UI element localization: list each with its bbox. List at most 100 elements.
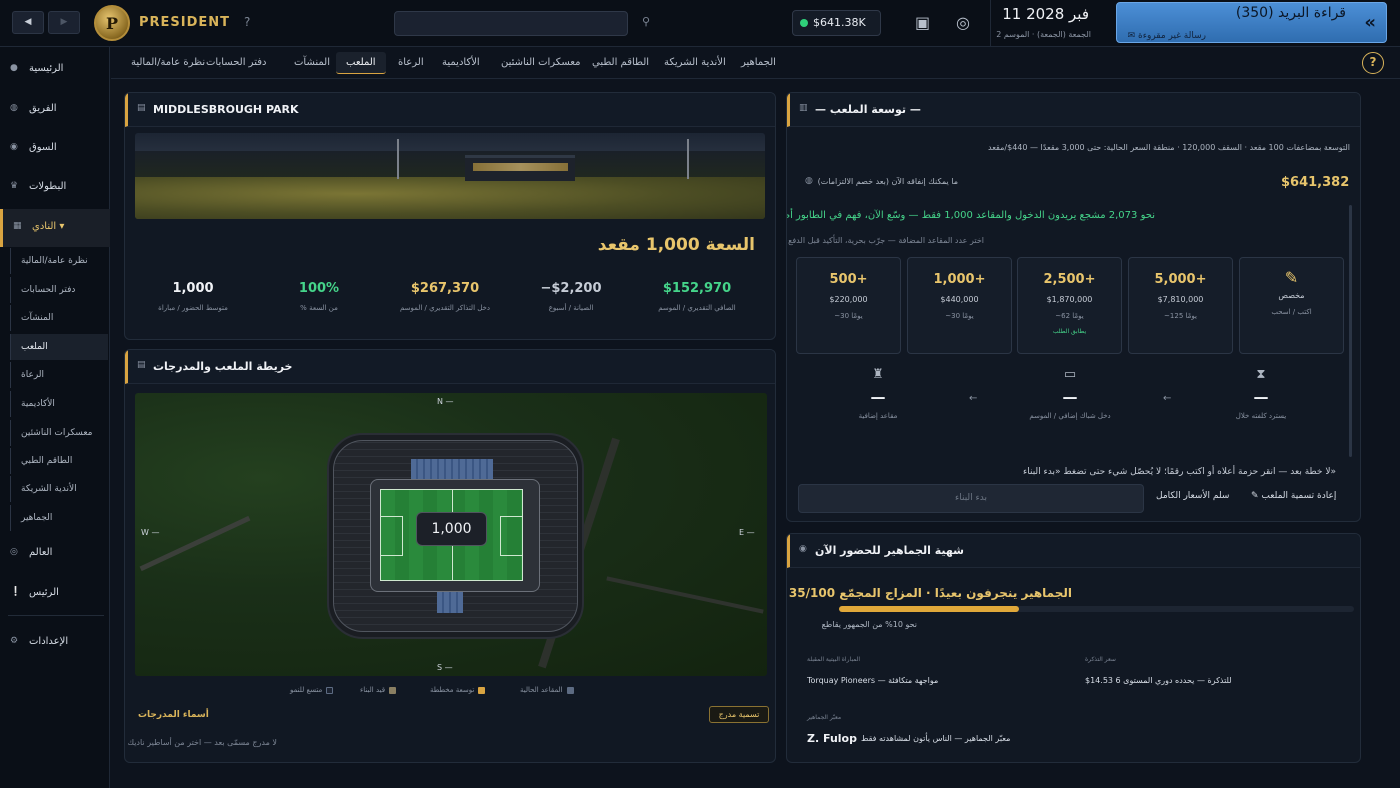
tab-fans[interactable]: الجماهير bbox=[731, 52, 786, 74]
language-icon[interactable]: ◎ bbox=[956, 13, 970, 32]
tab-youth-camps[interactable]: معسكرات الناشئين bbox=[491, 52, 590, 74]
sidebar-item-competitions[interactable]: ♛ البطولات bbox=[0, 175, 110, 201]
map-road bbox=[606, 576, 764, 614]
name-stand-button[interactable]: تسمية مدرج bbox=[709, 706, 769, 723]
sidebar-sub-partner-clubs[interactable]: الأندية الشريكة bbox=[10, 476, 108, 502]
president-icon: ❕ bbox=[10, 587, 22, 597]
stat-capacity-pct: 100% % من السعة bbox=[259, 281, 379, 312]
legend-label: توسعة مخططة bbox=[430, 686, 475, 694]
tab-academy[interactable]: الأكاديمية bbox=[432, 52, 490, 74]
legend-swatch bbox=[389, 686, 397, 694]
tab-sponsors[interactable]: الرعاة bbox=[388, 52, 434, 74]
seat-icon: ♜ bbox=[872, 367, 884, 382]
rename-stadium-button[interactable]: ✎ إعادة تسمية الملعب bbox=[1251, 491, 1336, 501]
photo-pitch bbox=[135, 177, 765, 219]
tab-facilities[interactable]: المنشآت bbox=[284, 52, 340, 74]
tab-medical[interactable]: الطاقم الطبي bbox=[582, 52, 659, 74]
back-button[interactable]: ◀ bbox=[12, 11, 44, 34]
stat-avg-attendance: 1,000 متوسط الحضور / مباراة bbox=[133, 281, 253, 312]
expansion-panel-header: ▥ — توسعة الملعب — bbox=[787, 93, 1360, 127]
current-seats-south[interactable] bbox=[437, 591, 463, 613]
fan-panel-header: ◉ شهية الجماهير للحضور الآن bbox=[787, 534, 1360, 568]
tab-partner-clubs[interactable]: الأندية الشريكة bbox=[654, 52, 736, 74]
sidebar-item-settings[interactable]: ⚙ الإعدادات bbox=[0, 630, 110, 656]
fan-mood-bar bbox=[839, 606, 1354, 612]
stat-value: $267,370 bbox=[410, 281, 480, 296]
aerial-map: 1,000 N — S — W — E — bbox=[135, 393, 767, 676]
current-seats-north[interactable] bbox=[411, 459, 493, 481]
fan-mood-bar-fill bbox=[839, 606, 1020, 612]
stat-net-income: $152,970 الصافي التقديري / الموسم bbox=[637, 281, 757, 312]
mail-button[interactable]: قراءة البريد (350) ✉ رسالة غير مقروءة « bbox=[1116, 2, 1387, 43]
sidebar-sub-medical[interactable]: الطاقم الطبي bbox=[10, 448, 108, 474]
compass-south: S — bbox=[437, 663, 453, 672]
sidebar-item-president[interactable]: ❕ الرئيس bbox=[0, 581, 110, 607]
price-ladder-button[interactable]: سلم الأسعار الكامل bbox=[1156, 491, 1229, 501]
save-icon[interactable]: ▣ bbox=[915, 13, 930, 32]
legend-item-growth: متسع للنمو bbox=[290, 686, 334, 694]
double-chevron-icon: « bbox=[1364, 12, 1376, 33]
option-custom-sub: اكتب / اسحب bbox=[1271, 308, 1312, 316]
stat-maintenance: −$2,200 الصيانة / أسبوع bbox=[511, 281, 631, 312]
tab-overview[interactable]: نظرة عامة/المالية bbox=[121, 52, 215, 74]
sidebar-item-team[interactable]: ◍ الفريق bbox=[0, 97, 110, 123]
map-icon: ▤ bbox=[137, 360, 146, 370]
sidebar-sub-youth-camps[interactable]: معسكرات الناشئين bbox=[10, 420, 108, 446]
sidebar-sub-overview[interactable]: نظرة عامة/المالية bbox=[10, 248, 108, 274]
forward-button[interactable]: ▶ bbox=[48, 11, 80, 34]
building-icon: ▥ bbox=[799, 103, 808, 113]
sidebar-sub-fans[interactable]: الجماهير bbox=[10, 505, 108, 531]
sidebar-sub-facilities[interactable]: المنشآت bbox=[10, 305, 108, 331]
sidebar-sub-ledger[interactable]: دفتر الحسابات bbox=[10, 277, 108, 303]
sidebar-item-world[interactable]: ◎ العالم bbox=[0, 541, 110, 567]
pitch-box-right bbox=[500, 516, 522, 556]
result-value: — bbox=[870, 388, 886, 406]
globe-icon: ◎ bbox=[10, 547, 18, 557]
ticket-icon: ▭ bbox=[1063, 367, 1077, 382]
club-logo: P bbox=[94, 5, 130, 41]
sidebar-sub-stadium[interactable]: الملعب bbox=[10, 334, 108, 360]
scrollbar[interactable] bbox=[1349, 205, 1352, 457]
legend-label: المقاعد الحالية bbox=[520, 686, 563, 694]
sidebar-item-label: الرئيسية bbox=[29, 63, 64, 74]
current-date: 11 فبر 2028 bbox=[1002, 5, 1089, 23]
option-custom-label: مخصص bbox=[1278, 291, 1305, 300]
hourglass-icon: ⧗ bbox=[1256, 367, 1266, 382]
help-circle-icon[interactable]: ? bbox=[1362, 52, 1384, 74]
sidebar-sub-label: معسكرات الناشئين bbox=[21, 428, 93, 438]
floodlight-pole bbox=[397, 139, 399, 179]
option-500-seats[interactable]: 500+ $220,000 ~30 يومًا bbox=[796, 257, 901, 354]
sidebar-sub-sponsors[interactable]: الرعاة bbox=[10, 362, 108, 388]
fan-idol-label: معبّر الجماهير bbox=[807, 714, 842, 721]
help-button[interactable]: ? bbox=[244, 15, 250, 29]
boycott-note: نحو 10% من الجمهور يقاطع bbox=[821, 620, 917, 629]
option-days: ~125 يومًا bbox=[1164, 312, 1197, 320]
result-extra-income: ▭ — دخل شباك إضافي / الموسم bbox=[1010, 367, 1130, 420]
sidebar-item-market[interactable]: ◉ السوق bbox=[0, 136, 110, 162]
sidebar-sub-label: المنشآت bbox=[21, 313, 54, 323]
search-icon[interactable]: ⚲ bbox=[642, 15, 650, 28]
date-box: 11 فبر 2028 الجمعة (الجمعة) · الموسم 2 bbox=[990, 0, 1105, 47]
sidebar-sub-label: الأندية الشريكة bbox=[21, 484, 77, 494]
fan-idol-name: Z. Fulop bbox=[807, 732, 857, 745]
option-2500-seats[interactable]: 2,500+ $1,870,000 ~62 يومًا يطابق الطلب bbox=[1017, 257, 1122, 354]
sidebar-item-label: السوق bbox=[29, 142, 57, 153]
sidebar-sub-academy[interactable]: الأكاديمية bbox=[10, 391, 108, 417]
tab-stadium[interactable]: الملعب bbox=[336, 52, 386, 74]
pencil-icon: ✎ bbox=[1284, 268, 1299, 287]
spendable-amount: $641,382 bbox=[1281, 175, 1350, 190]
result-extra-seats: ♜ — مقاعد إضافية bbox=[818, 367, 938, 420]
settings-icon: ⚙ bbox=[10, 636, 19, 646]
option-tag: يطابق الطلب bbox=[1052, 328, 1087, 335]
search-input[interactable] bbox=[394, 11, 628, 36]
sidebar-item-club[interactable]: ▦ النادي ▾ bbox=[0, 209, 110, 247]
sidebar-item-home[interactable]: ● الرئيسية bbox=[0, 57, 110, 83]
option-5000-seats[interactable]: 5,000+ $7,810,000 ~125 يومًا bbox=[1128, 257, 1233, 354]
option-custom[interactable]: ✎ مخصص اكتب / اسحب bbox=[1239, 257, 1344, 354]
option-1000-seats[interactable]: 1,000+ $440,000 ~30 يومًا bbox=[907, 257, 1012, 354]
sidebar-sub-label: دفتر الحسابات bbox=[21, 285, 76, 295]
option-seats: 5,000+ bbox=[1154, 272, 1207, 287]
start-build-button[interactable]: بدء البناء bbox=[798, 484, 1144, 513]
arrow-left-icon: ← bbox=[969, 393, 978, 404]
sidebar-sub-label: الطاقم الطبي bbox=[21, 456, 73, 466]
